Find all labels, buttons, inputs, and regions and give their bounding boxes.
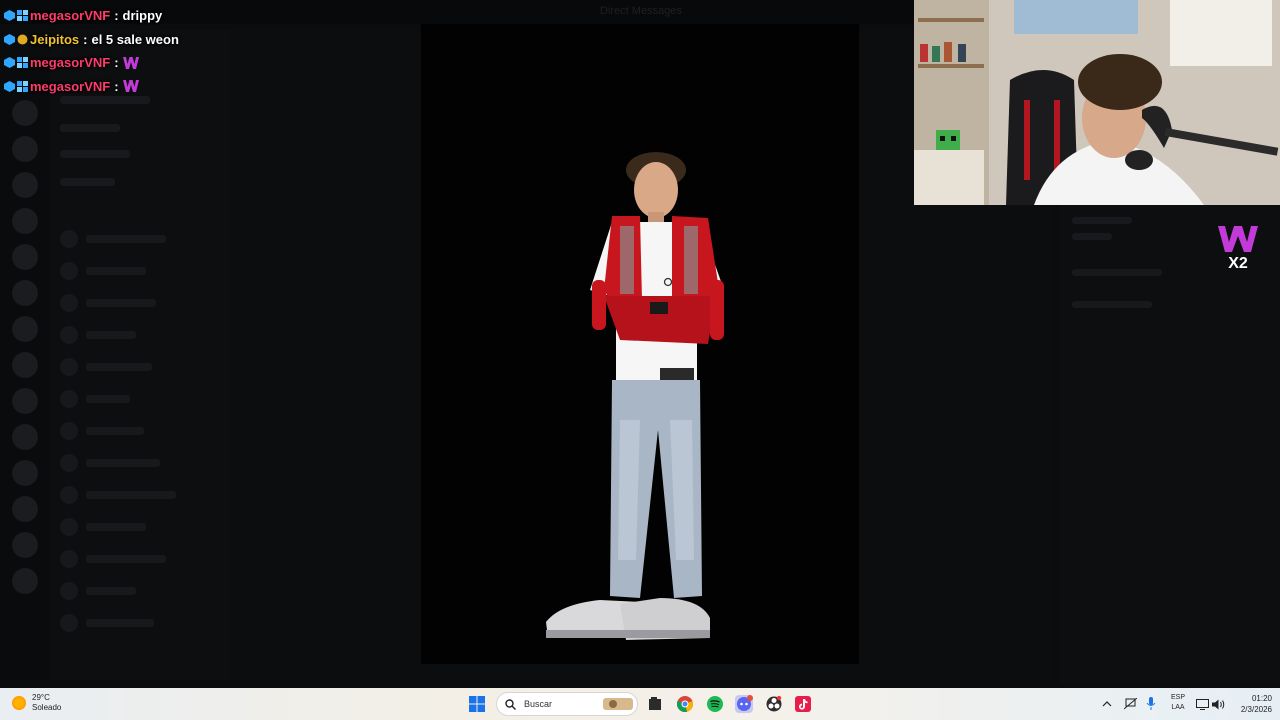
search-placeholder: Buscar — [524, 699, 553, 709]
webcam-scene — [914, 0, 1280, 205]
verified-badge-icon — [4, 80, 15, 92]
gift-badge-icon — [17, 34, 28, 45]
clock-time: 01:20 — [1251, 694, 1272, 703]
obs-icon[interactable] — [764, 694, 784, 714]
chat-separator: : — [114, 8, 119, 24]
sun-icon — [12, 696, 26, 710]
search-highlight-icon — [603, 698, 633, 710]
chat-username[interactable]: Jeipitos — [30, 32, 79, 47]
webcam-feed — [914, 0, 1280, 205]
chat-message: megasorVNF : drippy — [4, 4, 179, 28]
w-emote-icon — [122, 80, 139, 93]
show-hidden-icons-chevron-up-icon[interactable] — [1102, 688, 1112, 720]
taskbar-search-input[interactable]: Buscar — [496, 692, 638, 716]
subscriber-badge-icon — [17, 10, 28, 22]
multiplier-label: X2 — [1228, 255, 1248, 272]
language-line2: LAA — [1171, 704, 1185, 711]
verified-badge-icon — [4, 57, 15, 69]
chat-separator: : — [114, 78, 119, 94]
chat-message: Jeipitos : el 5 sale weon — [4, 28, 179, 52]
network-disconnected-icon[interactable] — [1124, 688, 1137, 720]
windows-taskbar: 29°C Soleado Buscar ESP LAA 01:20 2/3/20… — [0, 688, 1280, 720]
windows-start-icon[interactable] — [467, 694, 487, 714]
weather-widget[interactable]: 29°C Soleado — [12, 693, 61, 713]
subscriber-badge-icon — [17, 57, 28, 69]
stream-chat-overlay: megasorVNF : drippy Jeipitos : el 5 sale… — [4, 4, 179, 98]
subscriber-badge-icon — [17, 80, 28, 92]
discord-icon[interactable] — [734, 694, 754, 714]
language-line1: ESP — [1170, 694, 1185, 701]
file-explorer-icon[interactable] — [645, 694, 665, 714]
tiktok-icon[interactable] — [793, 694, 813, 714]
chat-username[interactable]: megasorVNF — [30, 79, 110, 94]
chrome-icon[interactable] — [675, 694, 695, 714]
chat-separator: : — [83, 31, 88, 47]
weather-condition: Soleado — [32, 703, 62, 712]
taskbar-clock[interactable]: 01:20 2/3/2026 — [1228, 693, 1272, 715]
language-indicator[interactable]: ESP LAA — [1166, 693, 1190, 713]
multiplier-badge: X2 — [1218, 226, 1258, 272]
spotify-icon[interactable] — [705, 694, 725, 714]
w-emote-icon — [122, 56, 139, 69]
chat-text: el 5 sale weon — [91, 31, 179, 47]
chat-username[interactable]: megasorVNF — [30, 8, 110, 23]
search-icon — [505, 698, 516, 710]
chat-text: drippy — [122, 8, 163, 24]
chat-separator: : — [114, 55, 119, 71]
chat-message: megasorVNF : — [4, 75, 179, 99]
verified-badge-icon — [4, 33, 15, 45]
volume-icon[interactable] — [1212, 688, 1225, 720]
weather-temp: 29°C — [32, 693, 50, 702]
chat-username[interactable]: megasorVNF — [30, 55, 110, 70]
clock-date: 2/3/2026 — [1240, 705, 1272, 714]
chat-message: megasorVNF : — [4, 51, 179, 75]
display-icon[interactable] — [1196, 688, 1209, 720]
microphone-icon[interactable] — [1146, 688, 1156, 720]
verified-badge-icon — [4, 10, 15, 22]
